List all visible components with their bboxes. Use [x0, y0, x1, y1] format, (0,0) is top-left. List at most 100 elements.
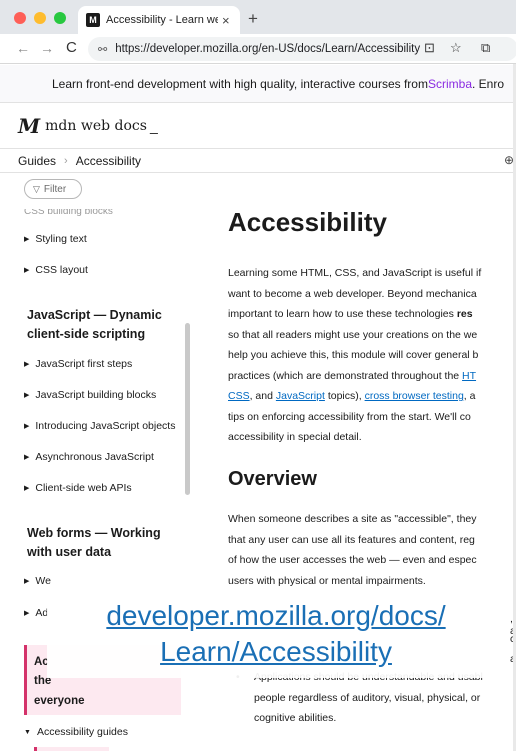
reload-icon[interactable]: C — [66, 39, 77, 56]
link-css[interactable]: CSS — [228, 390, 250, 402]
expand-arrow-icon: ▶ — [24, 485, 30, 492]
text-line: Learning some HTML, CSS, and JavaScript … — [228, 267, 482, 279]
text-line: so that all readers might use your creat… — [228, 328, 478, 341]
link-cross-browser-testing[interactable]: cross browser testing — [365, 390, 464, 402]
link-html[interactable]: HT — [462, 370, 476, 382]
heading-line: Web forms — Working — [27, 526, 161, 540]
link-javascript[interactable]: JavaScript — [276, 390, 325, 402]
logo-cursor: _ — [149, 117, 158, 134]
sidebar-scrollbar[interactable] — [185, 323, 190, 495]
expand-arrow-icon: ▶ — [24, 392, 30, 399]
site-header: M mdn web docs _ — [0, 103, 516, 149]
sidebar-item-label: We — [35, 575, 51, 587]
sidebar-heading-web-forms[interactable]: Web forms — Working with user data — [27, 524, 187, 562]
breadcrumb: Guides › Accessibility ⊕ — [0, 149, 516, 173]
overlay-url-line[interactable]: Learn/Accessibility — [47, 634, 505, 670]
install-app-icon[interactable]: ⊡ — [424, 40, 435, 56]
address-bar[interactable]: ⚯ https://developer.mozilla.org/en-US/do… — [88, 37, 516, 61]
mdn-favicon-icon: M — [86, 13, 100, 27]
sidebar-filter-button[interactable]: ▽ Filter — [24, 179, 82, 199]
window-close-button[interactable] — [14, 12, 26, 24]
filter-icon: ▽ — [33, 183, 40, 194]
text-fragment: , and — [249, 390, 276, 402]
new-tab-icon[interactable]: + — [248, 9, 258, 29]
promo-link-scrimba[interactable]: Scrimba — [428, 77, 472, 91]
browser-tab-active[interactable]: M Accessibility - Learn web dev × — [78, 6, 240, 34]
intro-paragraph: Learning some HTML, CSS, and JavaScript … — [228, 263, 516, 448]
expand-arrow-icon: ▶ — [24, 236, 30, 243]
breadcrumb-accessibility[interactable]: Accessibility — [76, 154, 141, 168]
sidebar-item-ad[interactable]: ▶ Ad — [24, 607, 48, 619]
promo-banner: Learn front-end development with high qu… — [0, 65, 516, 103]
sidebar-item-styling-text[interactable]: ▶ Styling text — [24, 233, 87, 245]
bold-text: res — [456, 308, 473, 320]
expand-arrow-icon: ▶ — [24, 610, 30, 617]
text-fragment: important to learn how to use these tech… — [228, 308, 457, 320]
text-line: practices (which are demonstrated throug… — [228, 366, 516, 387]
forward-arrow-icon[interactable]: → — [40, 40, 54, 56]
text-line: tips on enforcing accessibility from the… — [228, 410, 471, 423]
sidebar-item-label: Accessibility guides — [36, 726, 128, 738]
sidebar-item-js-first-steps[interactable]: ▶ JavaScript first steps — [24, 358, 132, 370]
heading-line: client-side scripting — [27, 327, 146, 341]
sidebar-item-clipped[interactable]: CSS building blocks — [24, 209, 113, 216]
text-fragment: , a — [463, 390, 476, 402]
sidebar-item-label: CSS layout — [35, 264, 88, 276]
bookmark-star-icon[interactable]: ☆ — [450, 40, 462, 56]
heading-line: with user data — [27, 545, 112, 559]
sidebar-item-label: Asynchronous JavaScript — [35, 451, 154, 463]
sidebar-item-label: Styling text — [35, 233, 87, 245]
sidebar-item-we[interactable]: ▶ We — [24, 575, 51, 587]
text-line: important to learn how to use these tech… — [228, 304, 516, 325]
expand-arrow-icon: ▶ — [24, 578, 30, 585]
sidebar-item-async-js[interactable]: ▶ Asynchronous JavaScript — [24, 451, 154, 463]
text-fragment: topics), — [324, 390, 365, 402]
expand-arrow-icon: ▶ — [24, 267, 30, 274]
text-line: want to become a web developer. Beyond m… — [228, 287, 477, 300]
overview-heading: Overview — [228, 468, 317, 490]
page-title: Accessibility — [228, 207, 387, 237]
text-fragment: practices (which are demonstrated throug… — [228, 369, 463, 382]
sidebar-item-accessibility-guides[interactable]: ▼ Accessibility guides — [24, 726, 128, 738]
sidebar-heading-javascript[interactable]: JavaScript — Dynamic client-side scripti… — [27, 306, 187, 344]
site-info-icon[interactable]: ⚯ — [98, 43, 107, 56]
text-line: When someone describes a site as "access… — [228, 513, 477, 525]
text-line: cognitive abilities. — [254, 712, 337, 724]
sidebar-item-web-apis[interactable]: ▶ Client-side web APIs — [24, 482, 132, 494]
expand-arrow-icon: ▶ — [24, 454, 30, 461]
expand-arrow-icon: ▶ — [24, 423, 30, 430]
sidebar-item-js-objects[interactable]: ▶ Introducing JavaScript objects — [24, 420, 175, 432]
tab-close-icon[interactable]: × — [222, 13, 230, 28]
overlay-url-line[interactable]: developer.mozilla.org/docs/ — [47, 598, 505, 634]
back-arrow-icon[interactable]: ← — [16, 40, 30, 56]
sidebar-item-label: Introducing JavaScript objects — [35, 420, 176, 432]
filter-label: Filter — [43, 183, 67, 195]
text-line: CSS, and JavaScript topics), cross brows… — [228, 386, 516, 407]
breadcrumb-separator: › — [64, 154, 68, 167]
browser-tab-bar: M Accessibility - Learn web dev × + — [0, 0, 516, 34]
sidebar-item-label: JavaScript building blocks — [35, 389, 157, 401]
window-minimize-button[interactable] — [34, 12, 46, 24]
sidebar-current-item[interactable] — [34, 747, 109, 751]
active-section-line: everyone — [34, 695, 85, 707]
mdn-logo-text[interactable]: mdn web docs — [45, 118, 147, 134]
text-line: of how the user accesses the web — even … — [228, 554, 477, 566]
collapse-arrow-icon: ▼ — [24, 729, 31, 736]
sidebar-item-css-layout[interactable]: ▶ CSS layout — [24, 264, 88, 276]
sidebar-item-js-building-blocks[interactable]: ▶ JavaScript building blocks — [24, 389, 156, 401]
browser-toolbar: ← → C ⚯ https://developer.mozilla.org/en… — [0, 34, 516, 64]
text-line: people regardless of auditory, visual, p… — [254, 691, 481, 704]
mdn-logo-icon[interactable]: M — [18, 114, 40, 138]
text-line: help you achieve this, this module will … — [228, 349, 479, 361]
text-line: accessibility in special detail. — [228, 431, 362, 443]
window-maximize-button[interactable] — [54, 12, 66, 24]
breadcrumb-guides[interactable]: Guides — [18, 154, 56, 168]
promo-text-tail: . Enro — [472, 76, 505, 91]
tab-title: Accessibility - Learn web dev — [106, 14, 218, 26]
overview-paragraph: When someone describes a site as "access… — [228, 509, 516, 591]
text-line: that any user can use all its features a… — [228, 533, 475, 546]
extensions-icon[interactable]: ⧉ — [481, 40, 490, 56]
url-text[interactable]: https://developer.mozilla.org/en-US/docs… — [115, 43, 420, 55]
url-overlay: developer.mozilla.org/docs/ Learn/Access… — [47, 590, 505, 678]
sidebar-item-label: JavaScript first steps — [35, 358, 133, 370]
